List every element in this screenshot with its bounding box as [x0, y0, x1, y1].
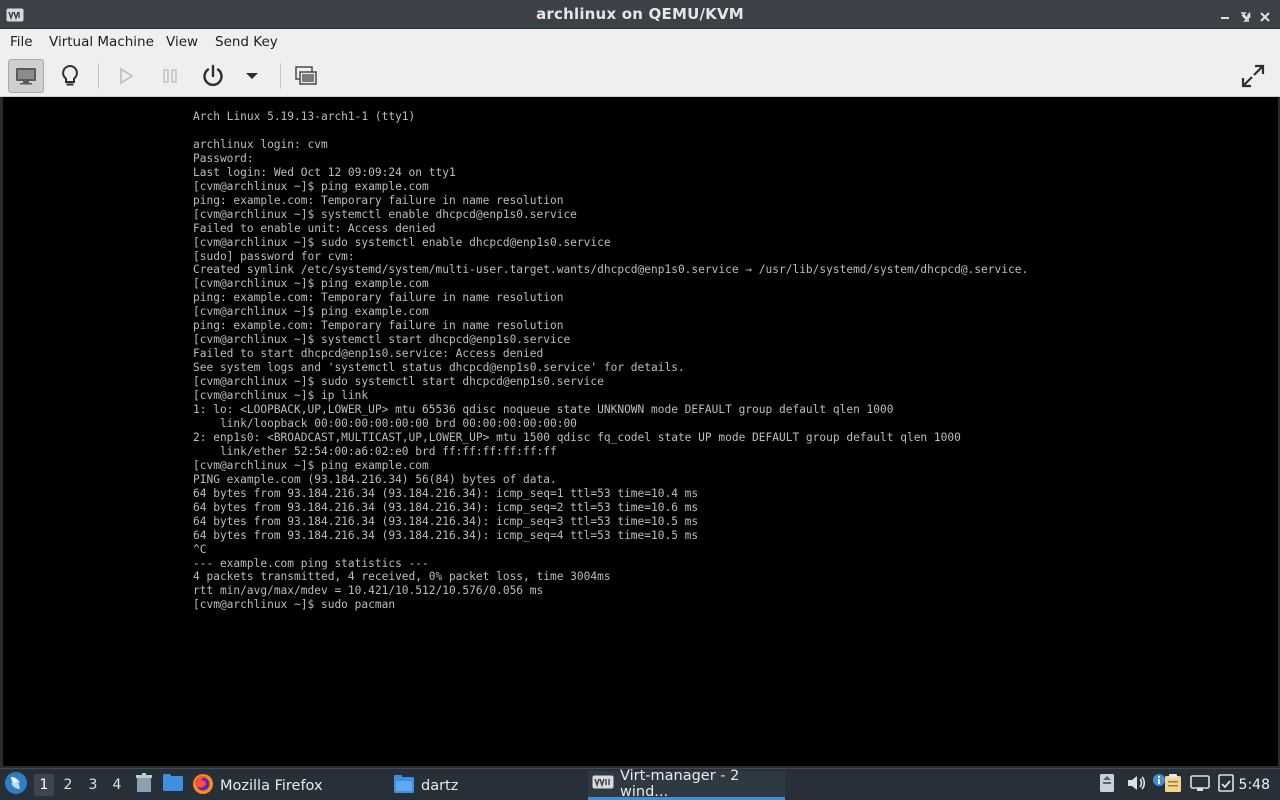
shutdown-menu-button[interactable] [234, 59, 270, 93]
workspace-4[interactable]: 4 [107, 774, 127, 796]
tray-removable-drive[interactable] [1098, 769, 1116, 800]
task-label: Virt-manager - 2 wind... [620, 768, 740, 800]
fullscreen-button[interactable] [1235, 59, 1271, 93]
task-firefox[interactable]: Mozilla Firefox [192, 771, 323, 800]
tray-network[interactable] [1190, 769, 1210, 800]
updates-icon [1216, 773, 1236, 797]
menu-view[interactable]: View [166, 29, 198, 55]
workspace-3[interactable]: 3 [83, 774, 103, 796]
menu-file[interactable]: File [10, 29, 33, 55]
maximize-icon[interactable] [1239, 8, 1251, 22]
shutdown-button[interactable] [195, 59, 231, 93]
task-label: dartz [421, 777, 459, 794]
toolbar [0, 55, 1280, 97]
folder-icon [393, 774, 415, 798]
tray-volume[interactable] [1126, 769, 1146, 800]
app-menu-button[interactable] [4, 769, 28, 800]
pause-button[interactable] [152, 59, 188, 93]
removable-drive-icon [1098, 773, 1116, 797]
fullscreen-icon [1241, 64, 1265, 88]
details-button[interactable] [52, 59, 88, 93]
toolbar-separator [98, 63, 99, 89]
taskbar: 1 2 3 4 Mozilla Firefox dartz Virt-manag… [0, 768, 1280, 800]
menu-bar: File Virtual Machine View Send Key [0, 29, 1280, 55]
task-virt-manager[interactable]: Virt-manager - 2 wind... [588, 768, 785, 800]
console-button[interactable] [8, 59, 44, 93]
trash-icon [135, 773, 153, 797]
toolbar-separator [280, 63, 281, 89]
workspace-2[interactable]: 2 [58, 774, 78, 796]
file-manager-launcher[interactable] [163, 769, 183, 800]
network-icon [1190, 774, 1210, 796]
clock[interactable]: 5:48 [1239, 769, 1270, 800]
folder-icon [163, 774, 183, 796]
firefox-icon [192, 773, 214, 799]
menu-send-key[interactable]: Send Key [215, 29, 278, 55]
lxqt-menu-icon [4, 771, 28, 799]
window-title: archlinux on QEMU/KVM [536, 5, 744, 23]
run-button[interactable] [108, 59, 144, 93]
tray-clipboard[interactable] [1164, 769, 1182, 800]
close-icon[interactable] [1259, 8, 1271, 22]
dropdown-arrow-icon [245, 71, 259, 81]
window-titlebar[interactable]: archlinux on QEMU/KVM [0, 0, 1280, 29]
task-label: Mozilla Firefox [220, 777, 323, 794]
snapshots-icon [295, 66, 317, 86]
console-monitor-icon [15, 67, 37, 85]
volume-icon [1126, 774, 1146, 796]
lightbulb-details-icon [60, 64, 80, 88]
power-icon [201, 64, 225, 88]
workspace-1[interactable]: 1 [34, 774, 54, 796]
task-dartz[interactable]: dartz [393, 771, 458, 800]
vm-console[interactable]: Arch Linux 5.19.13-arch1-1 (tty1) archli… [3, 97, 1278, 766]
virt-manager-icon [592, 775, 614, 793]
minimize-icon[interactable] [1219, 8, 1231, 20]
console-output: Arch Linux 5.19.13-arch1-1 (tty1) archli… [193, 110, 1029, 612]
menu-virtual-machine[interactable]: Virtual Machine [49, 29, 154, 55]
tray-updates[interactable] [1216, 769, 1236, 800]
play-run-icon [118, 67, 134, 85]
snapshots-button[interactable] [288, 59, 324, 93]
clipboard-icon [1164, 773, 1182, 797]
trash-launcher[interactable] [135, 769, 153, 800]
pause-icon [162, 68, 178, 84]
